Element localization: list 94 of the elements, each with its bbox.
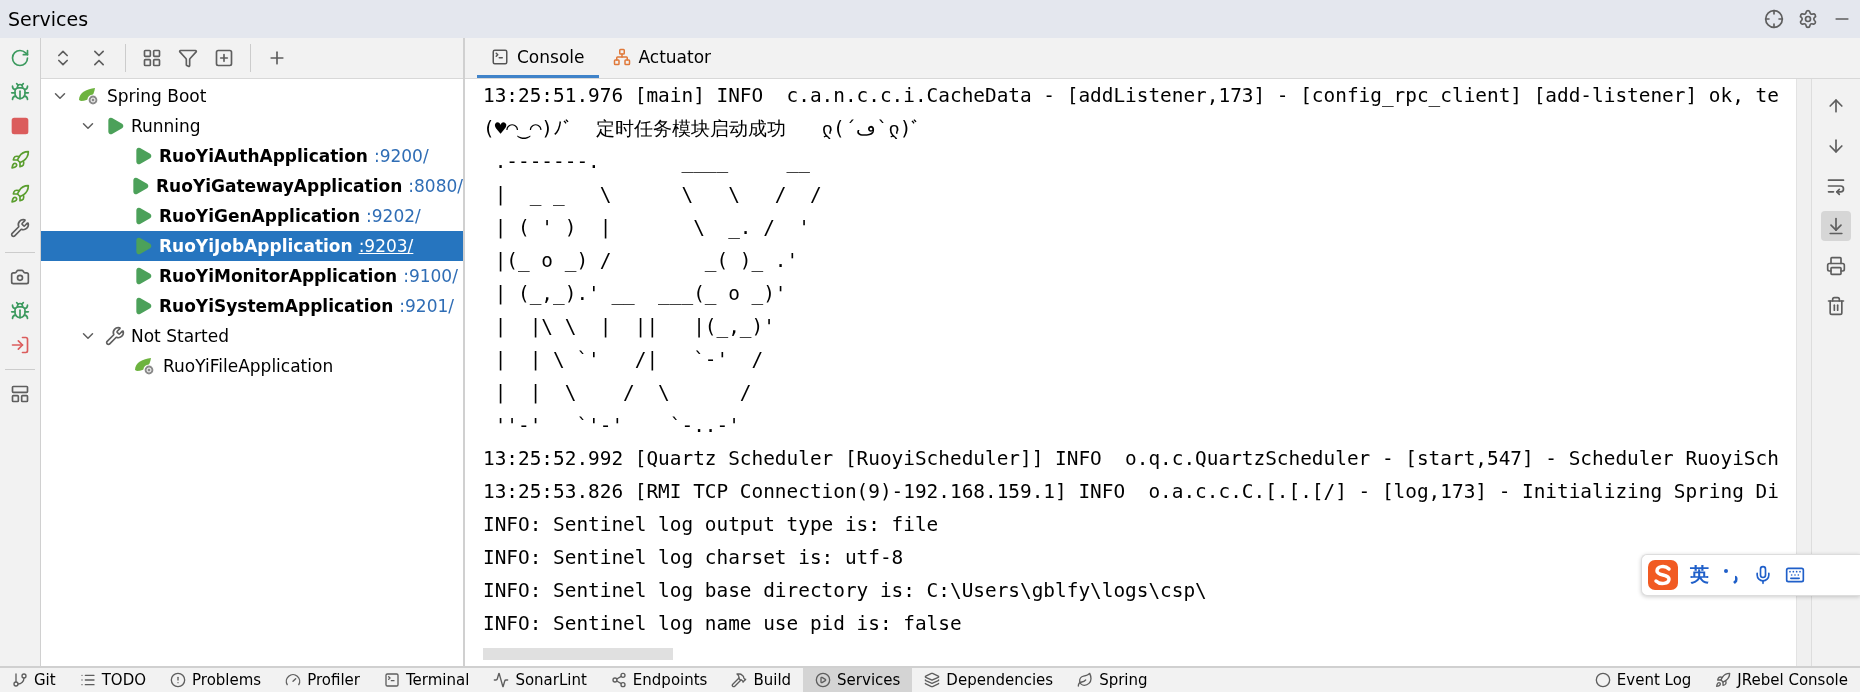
rocket-icon (1715, 672, 1732, 688)
wrench-icon (105, 326, 125, 346)
console-line: ''-' `'-' `-..-' (493, 413, 740, 439)
tree-item[interactable]: Spring Boot (41, 81, 463, 111)
tool-window-button[interactable]: Endpoints (598, 668, 720, 692)
console-line: | ( ' ) | \ _. / ' (493, 215, 810, 241)
tab[interactable]: Actuator (598, 38, 726, 78)
play-circle-icon (815, 672, 832, 688)
rocket-icon[interactable] (10, 150, 30, 170)
console-line: | | \ `' /| `-' / (493, 347, 764, 373)
spring-app-icon (133, 356, 157, 376)
tool-window-button[interactable]: SonarLint (481, 668, 599, 692)
console-line: 13:25:53.826 [RMI TCP Connection(9)-192.168.159.1] INFO o.a.c.c.C.[.[.[/] - [log,173] - Initializing Spring Di (483, 479, 1779, 505)
tree-item[interactable]: Not Started (41, 321, 463, 351)
branch-icon (12, 672, 28, 688)
play-icon (133, 146, 153, 166)
spring-boot-icon (77, 86, 101, 106)
tab[interactable]: Console (477, 38, 599, 78)
wrench-icon[interactable] (10, 218, 30, 238)
rocket-icon[interactable] (10, 184, 30, 204)
bug-icon[interactable] (10, 301, 30, 321)
actuator-icon (612, 47, 631, 66)
printer-icon (1826, 256, 1846, 276)
tool-window-button[interactable]: JRebel Console (1703, 668, 1860, 692)
tree-item[interactable]: RuoYiGenApplication :9202/ (41, 201, 463, 231)
scroll-to-end-icon (1826, 216, 1846, 236)
console-line: | (_,_).' __ ___(_ o _)' (493, 281, 787, 307)
tree-item[interactable]: RuoYiJobApplication :9203/ (41, 231, 463, 261)
rerun-icon[interactable] (10, 48, 30, 68)
bug-icon[interactable] (10, 82, 30, 102)
console-icon (491, 47, 509, 66)
play-icon (133, 296, 153, 316)
console-line: INFO: Sentinel log charset is: utf-8 (483, 545, 904, 571)
keyboard-icon[interactable] (1785, 565, 1805, 585)
add-service-icon[interactable] (214, 48, 234, 68)
enter-icon[interactable] (10, 335, 30, 355)
tool-window-button[interactable]: Build (719, 668, 804, 692)
console-line: | | \ / \ / (493, 380, 752, 406)
play-icon (130, 176, 150, 196)
play-icon (133, 266, 153, 286)
tool-window-button[interactable]: Event Log (1582, 668, 1704, 692)
tree-item[interactable]: RuoYiFileApplication (41, 351, 463, 381)
tool-window-button[interactable]: Dependencies (912, 668, 1066, 692)
tool-window-button[interactable]: TODO (67, 668, 158, 692)
tool-window-button[interactable]: Problems (158, 668, 274, 692)
tree-item[interactable]: Running (41, 111, 463, 141)
console-line: 13:25:52.992 [Quartz Scheduler [RuoyiScheduler]] INFO o.q.c.QuartzScheduler - [start,547] - Scheduler RuoyiSch (483, 446, 1779, 472)
gauge-icon (285, 672, 302, 688)
stop-icon[interactable] (10, 116, 30, 136)
tool-window-button[interactable]: Profiler (273, 668, 372, 692)
soft-wrap-icon (1826, 176, 1846, 196)
settings-icon[interactable] (1798, 9, 1818, 29)
terminal-icon (383, 672, 400, 688)
vertical-scrollbar[interactable] (1796, 79, 1811, 666)
console-line: (♥◠‿◠)ﾉﾞ 定时任务模块启动成功 ლ(´ڡ`ლ)ﾞ (483, 116, 922, 142)
tree-item[interactable]: RuoYiSystemApplication :9201/ (41, 291, 463, 321)
play-icon (133, 236, 153, 256)
alert-icon (170, 672, 186, 688)
tool-window-button[interactable]: Terminal (371, 668, 482, 692)
tree-item[interactable]: RuoYiMonitorApplication :9100/ (41, 261, 463, 291)
tree-item[interactable]: RuoYiGatewayApplication :8080/ (41, 171, 463, 201)
circle-icon (1594, 672, 1611, 688)
crosshair-icon[interactable] (1764, 9, 1784, 29)
hammer-icon (731, 672, 748, 688)
nodes-icon (610, 672, 627, 688)
wave-icon (493, 672, 510, 688)
console-line: INFO: Sentinel log output type is: file (483, 512, 939, 538)
input-mode-toggle[interactable]: 英 (1690, 562, 1709, 588)
console-line: INFO: Sentinel log name use pid is: false (483, 611, 962, 637)
layout-icon[interactable] (10, 384, 30, 404)
console-line: |(_ o _) / _( )_ .' (493, 248, 799, 274)
camera-icon[interactable] (10, 267, 30, 287)
horizontal-scrollbar[interactable] (483, 648, 673, 660)
console-line: 13:25:51.976 [main] INFO c.a.n.c.c.i.CacheData - [addListener,173] - [config_rpc_client] [add-listener] ok, te (483, 83, 1779, 109)
microphone-icon[interactable] (1753, 565, 1773, 585)
tool-window-button[interactable]: Git (0, 668, 68, 692)
window-title: Services (8, 8, 90, 30)
list-icon (79, 672, 96, 688)
tool-window-button[interactable]: Services (803, 668, 913, 692)
tool-window-button[interactable]: Spring (1065, 668, 1160, 692)
layers-icon (924, 672, 941, 688)
trash-icon (1826, 296, 1846, 316)
input-method-logo-icon[interactable] (1648, 560, 1678, 590)
console-line: | |\ \ | || |(_,_)' (493, 314, 775, 340)
console-line: INFO: Sentinel log base directory is: C:\Users\gblfy\logs\csp\ (483, 578, 1207, 604)
group-icon[interactable] (142, 48, 162, 68)
tree-item[interactable]: RuoYiAuthApplication :9200/ (41, 141, 463, 171)
play-icon (105, 116, 125, 136)
filter-icon[interactable] (178, 48, 198, 68)
console-line: | _ _ \ \ \ / / (493, 182, 822, 208)
console-tool-button[interactable] (1821, 211, 1851, 241)
console-line: .-------. ____ __ (493, 149, 810, 175)
play-icon (133, 206, 153, 226)
leaf-icon (1077, 672, 1094, 688)
